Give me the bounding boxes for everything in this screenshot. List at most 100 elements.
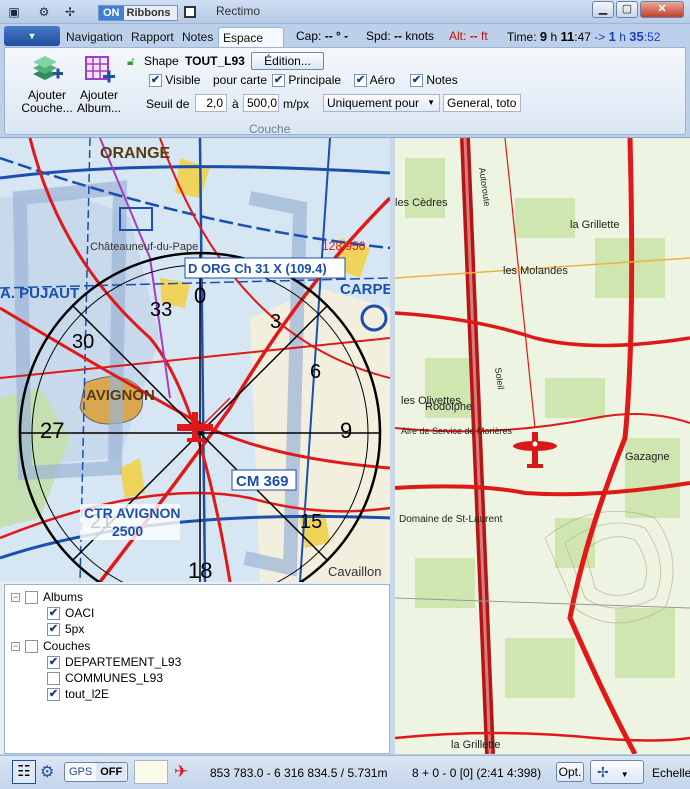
chevron-down-icon: ▼ [27, 31, 37, 41]
app-icon[interactable]: ▣ [6, 4, 22, 20]
tree-item-label: OACI [65, 606, 95, 620]
ribbons-toggle[interactable]: ON Ribbons [98, 5, 178, 21]
layers-add-icon [31, 54, 63, 86]
on-label: ON [99, 6, 124, 20]
ctr-alt-label: 2500 [112, 523, 143, 539]
svg-text:27: 27 [40, 418, 64, 443]
add-album-button[interactable]: Ajouter Album... [71, 54, 127, 115]
collapse-icon[interactable]: − [11, 592, 20, 602]
settings-icon[interactable]: ⚙ [36, 4, 52, 20]
albums-checkbox[interactable] [25, 590, 38, 604]
carpe-label: CARPE [340, 281, 390, 298]
collapse-icon[interactable]: − [11, 641, 20, 651]
edit-button[interactable]: Édition... [251, 52, 324, 70]
couches-label: Couches [43, 639, 91, 653]
couches-checkbox[interactable] [25, 639, 38, 653]
chevron-down-icon: ▼ [427, 98, 435, 107]
status-bar: ☷ ⚙ GPS OFF ✈ 853 783.0 - 6 316 834.5 / … [0, 755, 690, 789]
title-bar: ▣ ⚙ ✢ ON Ribbons Rectimo ▁ ▢ ✕ [0, 0, 690, 24]
speed-readout: Spd: -- knots [366, 29, 435, 43]
rodolphe-label: Rodolphe [425, 401, 472, 413]
tree-item-label: tout_l2E [65, 687, 110, 701]
principale-checkbox[interactable]: ✔ Principale [272, 73, 341, 88]
tree-item-5px[interactable]: ✔ 5px [47, 622, 84, 636]
tab-rapport[interactable]: Rapport [127, 27, 178, 48]
svg-text:15: 15 [300, 511, 322, 533]
couches-node[interactable]: − Couches [11, 639, 90, 653]
ribbon-panel: Ajouter Couche... Ajouter Album... 🔓︎ Sh… [4, 47, 686, 136]
checkbox[interactable]: ✔ [47, 622, 60, 636]
minimize-button[interactable]: ▁ [592, 1, 614, 18]
tab-notes[interactable]: Notes [178, 27, 217, 48]
domaine-label: Domaine de St-Laurent [399, 514, 503, 525]
seuil-unit: m/px [283, 97, 310, 111]
albums-node[interactable]: − Albums [11, 590, 83, 604]
square-button[interactable] [184, 6, 196, 18]
counter-readout: 8 + 0 - 0 [0] (2:41 4:398) [412, 766, 542, 780]
freq-label: 128.950 [322, 239, 366, 253]
opt-button[interactable]: Opt. [556, 762, 584, 782]
color-swatch[interactable] [134, 760, 168, 784]
cedres-label: les Cèdres [395, 197, 448, 209]
scope-dropdown[interactable]: Uniquement pour ▼ [323, 94, 440, 112]
checkbox[interactable] [47, 671, 60, 685]
topo-map[interactable]: les Cèdres la Grillette les Molandes les… [395, 138, 690, 754]
aire-label: Aire de Service de Morières [401, 426, 513, 436]
time-readout: Time: 9 h 11:47 -> 1 h 35:52 [507, 29, 661, 44]
add-layer-button[interactable]: Ajouter Couche... [19, 54, 75, 115]
grillette-label: la Grillette [570, 219, 620, 231]
seuil-to-input[interactable]: 500,0 [243, 94, 279, 112]
shape-label: Shape [144, 54, 179, 68]
gear-pin-icon[interactable]: ⚙ [40, 762, 54, 782]
gazagne-label: Gazagne [625, 451, 670, 463]
maximize-button[interactable]: ▢ [616, 1, 638, 18]
seuil-from-input[interactable]: 2,0 [195, 94, 227, 112]
tree-item-label: DEPARTEMENT_L93 [65, 655, 182, 669]
molandes-label: les Molandes [503, 265, 568, 277]
tree-view-icon[interactable]: ☷ [12, 760, 36, 784]
orange-label: ORANGE [100, 145, 171, 162]
general-field[interactable]: General, toto [443, 94, 521, 112]
unlock-icon[interactable]: 🔓︎ [127, 54, 135, 69]
window-title: Rectimo [216, 4, 261, 18]
gps-toggle[interactable]: GPS OFF [64, 762, 128, 782]
propeller-icon[interactable]: ✢ [62, 4, 78, 20]
add-album-label: Ajouter Album... [76, 88, 121, 115]
pujaut-label: A. PUJAUT [0, 285, 79, 302]
svg-text:9: 9 [340, 418, 352, 443]
layer-tree-panel: − Albums ✔ OACI ✔ 5px − Couches ✔ DEPART… [4, 584, 390, 754]
avignon-label: AVIGNON [86, 387, 155, 404]
tab-navigation[interactable]: Navigation [62, 27, 127, 48]
checkbox[interactable]: ✔ [47, 606, 60, 620]
airplane-icon[interactable]: ✈ [174, 762, 188, 782]
app-menu-button[interactable]: ▼ [4, 26, 60, 46]
checkbox[interactable]: ✔ [47, 687, 60, 701]
notes-checkbox[interactable]: ✔ Notes [410, 73, 458, 88]
tab-espace[interactable]: Espace de T [218, 27, 284, 48]
oaci-map[interactable]: 0 9 27 18 33 3 15 21 30 6 D ORG Ch 31 X … [0, 138, 390, 582]
cavaillon-label: Cavaillon [328, 564, 381, 579]
cap-readout: Cap: -- ° - [296, 29, 349, 43]
ribbon-group-label: Couche [249, 122, 291, 136]
alt-readout: Alt: -- ft [449, 29, 488, 43]
org-label: D ORG Ch 31 X (109.4) [188, 261, 327, 276]
svg-text:6: 6 [310, 361, 321, 383]
aero-checkbox[interactable]: ✔ Aéro [354, 73, 395, 88]
svg-text:3: 3 [270, 311, 281, 333]
svg-text:33: 33 [150, 299, 172, 321]
chevron-down-icon: ▼ [620, 770, 629, 779]
gps-label: GPS [69, 766, 93, 778]
nav-dropdown[interactable]: ✢ ▼ [590, 760, 644, 784]
visible-checkbox[interactable]: ✔ Visible [149, 73, 200, 88]
svg-text:18: 18 [188, 558, 212, 582]
tree-item-communes[interactable]: COMMUNES_L93 [47, 671, 163, 685]
tree-item-departement[interactable]: ✔ DEPARTEMENT_L93 [47, 655, 181, 669]
tree-item-tout[interactable]: ✔ tout_l2E [47, 687, 109, 701]
checkbox[interactable]: ✔ [47, 655, 60, 669]
close-button[interactable]: ✕ [640, 1, 684, 18]
pour-carte-label: pour carte [213, 73, 268, 87]
tree-item-oaci[interactable]: ✔ OACI [47, 606, 94, 620]
tree-item-label: COMMUNES_L93 [65, 671, 164, 685]
ribbons-label: Ribbons [126, 7, 171, 19]
seuil-label: Seuil de [146, 97, 190, 111]
